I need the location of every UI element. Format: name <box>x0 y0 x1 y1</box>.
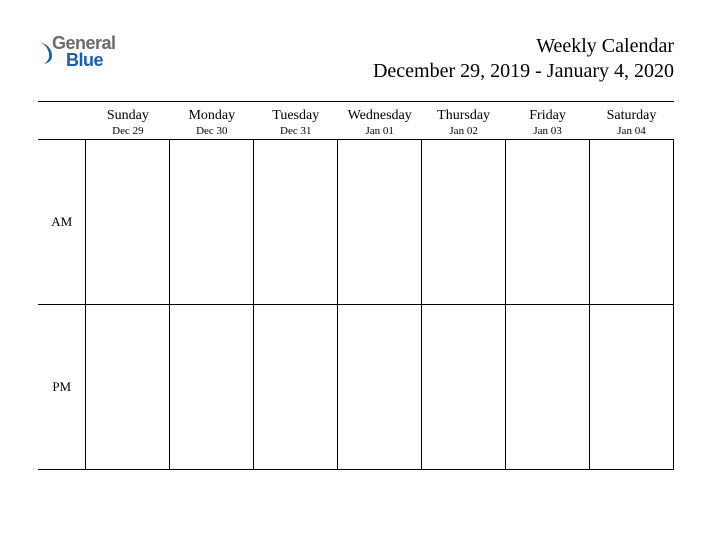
calendar-slot <box>590 305 674 470</box>
calendar-slot <box>506 140 590 305</box>
day-date: Jan 04 <box>590 125 674 137</box>
pm-row: PM <box>38 305 674 470</box>
date-range: December 29, 2019 - January 4, 2020 <box>373 60 674 83</box>
period-label-pm: PM <box>38 305 86 470</box>
calendar-slot <box>170 140 254 305</box>
day-name: Saturday <box>590 108 674 124</box>
calendar-slot <box>590 140 674 305</box>
page-title: Weekly Calendar <box>373 35 674 58</box>
day-name: Sunday <box>86 108 170 124</box>
day-name: Thursday <box>422 108 506 124</box>
title-block: Weekly Calendar December 29, 2019 - Janu… <box>373 35 674 83</box>
day-header: Wednesday Jan 01 <box>338 102 422 140</box>
day-header: Tuesday Dec 31 <box>254 102 338 140</box>
day-date: Jan 01 <box>338 125 422 137</box>
day-header: Sunday Dec 29 <box>86 102 170 140</box>
day-date: Dec 31 <box>254 125 338 137</box>
header: General Blue Weekly Calendar December 29… <box>38 35 674 83</box>
period-label-am: AM <box>38 140 86 305</box>
day-header: Saturday Jan 04 <box>590 102 674 140</box>
calendar-table: Sunday Dec 29 Monday Dec 30 Tuesday Dec … <box>38 101 674 470</box>
day-date: Dec 30 <box>170 125 254 137</box>
day-date: Dec 29 <box>86 125 170 137</box>
logo-text-blue: Blue <box>52 52 116 69</box>
calendar-slot <box>338 140 422 305</box>
day-name: Wednesday <box>338 108 422 124</box>
corner-cell <box>38 102 86 140</box>
calendar-slot <box>170 305 254 470</box>
calendar-slot <box>506 305 590 470</box>
calendar-slot <box>338 305 422 470</box>
day-name: Monday <box>170 108 254 124</box>
calendar-slot <box>422 305 506 470</box>
calendar-slot <box>86 305 170 470</box>
day-header: Friday Jan 03 <box>506 102 590 140</box>
day-date: Jan 02 <box>422 125 506 137</box>
calendar-slot <box>254 140 338 305</box>
logo: General Blue <box>38 35 116 69</box>
calendar-slot <box>422 140 506 305</box>
day-header: Thursday Jan 02 <box>422 102 506 140</box>
day-name: Tuesday <box>254 108 338 124</box>
am-row: AM <box>38 140 674 305</box>
day-header: Monday Dec 30 <box>170 102 254 140</box>
calendar-slot <box>86 140 170 305</box>
calendar-slot <box>254 305 338 470</box>
day-header-row: Sunday Dec 29 Monday Dec 30 Tuesday Dec … <box>38 102 674 140</box>
day-name: Friday <box>506 108 590 124</box>
day-date: Jan 03 <box>506 125 590 137</box>
